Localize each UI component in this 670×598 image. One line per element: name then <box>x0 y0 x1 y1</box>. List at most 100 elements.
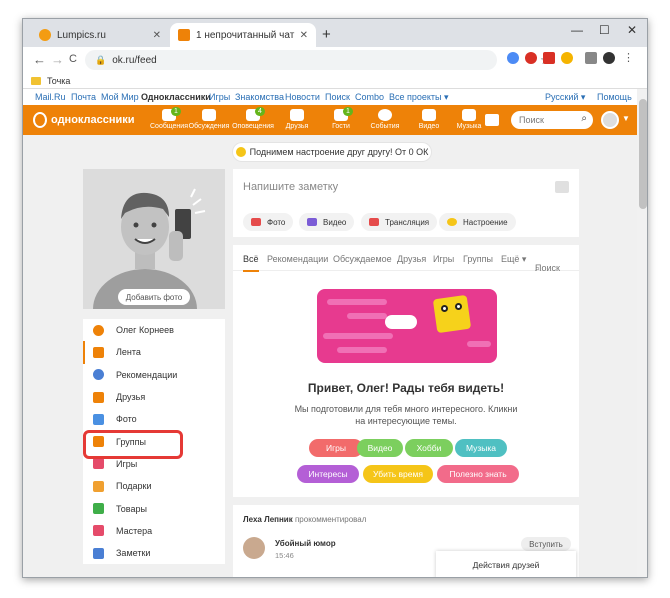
group-name[interactable]: Убойный юмор <box>275 539 336 548</box>
profile-avatar-icon[interactable] <box>603 52 615 64</box>
reload-button[interactable]: C <box>69 53 77 65</box>
note-video-button[interactable]: Видео <box>299 213 355 231</box>
portal-link[interactable]: Одноклассники <box>141 92 211 102</box>
forward-button[interactable]: → <box>51 52 64 67</box>
ok-logo[interactable]: одноклассники <box>33 112 135 128</box>
post-author[interactable]: Леха Лепник <box>243 515 293 524</box>
post-header: Леха Лепник прокомментировал <box>243 515 366 524</box>
nav-video[interactable]: Видео <box>407 109 451 130</box>
tab-recommendations[interactable]: Рекомендации <box>267 254 328 264</box>
tab-games[interactable]: Игры <box>433 254 454 264</box>
nav-badge: 1 <box>343 107 353 116</box>
nav-messages[interactable]: 1 Сообщения <box>147 107 191 130</box>
play-icon[interactable] <box>485 114 499 126</box>
portal-link[interactable]: Все проекты ▾ <box>389 92 449 103</box>
topic-kill-time[interactable]: Убить время <box>363 465 433 483</box>
nav-badge: 1 <box>171 107 181 116</box>
menu-item-gifts[interactable]: Подарки <box>83 475 225 497</box>
minimize-button[interactable]: — <box>571 23 583 37</box>
nav-label: Сообщения <box>150 123 188 130</box>
search-input[interactable]: Поиск ⌕ <box>511 111 593 129</box>
menu-item-feed[interactable]: Лента <box>83 341 225 364</box>
portal-link[interactable]: Новости <box>285 92 320 102</box>
menu-item-profile[interactable]: Олег Корнеев <box>83 319 225 341</box>
close-window-button[interactable]: ✕ <box>627 23 637 37</box>
close-tab-icon[interactable]: ✕ <box>153 30 161 41</box>
portal-link[interactable]: Игры <box>209 92 230 102</box>
topic-music[interactable]: Музыка <box>455 439 507 457</box>
menu-item-recommendations[interactable]: Рекомендации <box>83 364 225 386</box>
note-photo-button[interactable]: Фото <box>243 213 294 231</box>
menu-item-friends[interactable]: Друзья <box>83 386 225 408</box>
smiley-icon <box>447 218 457 226</box>
help-link[interactable]: Помощь <box>597 92 632 102</box>
new-tab-button[interactable]: + <box>322 26 331 43</box>
back-button[interactable]: ← <box>33 52 46 67</box>
menu-item-goods[interactable]: Товары <box>83 497 225 519</box>
gift-icon <box>93 480 104 492</box>
portal-link[interactable]: Почта <box>71 92 96 102</box>
tab-lumpics[interactable]: Lumpics.ru ✕ <box>31 23 169 47</box>
bookmark-tochka[interactable]: Точка <box>47 76 70 86</box>
tab-all[interactable]: Всё <box>243 254 259 272</box>
nav-notifications[interactable]: 4 Оповещения <box>231 107 275 130</box>
topic-useful[interactable]: Полезно знать <box>437 465 519 483</box>
greeting-subtitle: Мы подготовили для тебя много интересног… <box>294 404 518 426</box>
maximize-button[interactable]: ☐ <box>599 23 610 37</box>
note-input[interactable]: Напишите заметку <box>243 181 338 193</box>
menu-item-photo[interactable]: Фото <box>83 408 225 430</box>
ok-mascot-icon <box>432 294 472 334</box>
extensions-menu-icon[interactable] <box>585 52 597 64</box>
friends-actions-panel[interactable]: Действия друзей <box>436 551 576 577</box>
language-select[interactable]: Русский ▾ <box>545 92 585 103</box>
extension-icon[interactable] <box>561 52 573 64</box>
tab-discussed[interactable]: Обсуждаемое <box>333 254 392 264</box>
tab-ok[interactable]: 1 непрочитанный чат ✕ <box>170 23 316 47</box>
nav-discussions[interactable]: Обсуждения <box>187 109 231 130</box>
menu-item-notes[interactable]: Заметки <box>83 542 225 564</box>
extension-icon[interactable] <box>507 52 519 64</box>
scrollbar-thumb[interactable] <box>639 99 647 209</box>
search-icon[interactable]: ⌕ <box>581 113 587 124</box>
topic-games[interactable]: Игры <box>309 439 363 457</box>
search-placeholder: Поиск <box>519 115 544 125</box>
folder-icon <box>31 76 41 85</box>
portal-link[interactable]: Поиск <box>325 92 350 102</box>
menu-item-masters[interactable]: Мастера <box>83 520 225 542</box>
topic-video[interactable]: Видео <box>357 439 403 457</box>
image-icon[interactable] <box>555 181 569 193</box>
portal-link[interactable]: Знакомства <box>235 92 284 102</box>
chevron-down-icon[interactable]: ▼ <box>622 114 630 123</box>
tab-more[interactable]: Ещё ▾ <box>501 254 526 265</box>
announce-banner[interactable]: Поднимем настроение друг другу! От 0 ОК <box>233 143 431 161</box>
note-stream-button[interactable]: Трансляция <box>361 213 438 231</box>
stream-icon <box>369 218 379 226</box>
menu-label: Заметки <box>116 548 151 559</box>
tab-groups[interactable]: Группы <box>463 254 493 264</box>
profile-photo[interactable]: Добавить фото <box>83 169 225 309</box>
extension-icon[interactable] <box>525 52 537 64</box>
close-tab-icon[interactable]: ✕ <box>300 30 308 41</box>
note-mood-button[interactable]: Настроение <box>439 213 516 231</box>
nav-guests[interactable]: 1 Гости <box>319 107 363 130</box>
topic-interests[interactable]: Интересы <box>297 465 359 483</box>
feed-tabs: Всё Рекомендации Обсуждаемое Друзья Игры… <box>233 245 579 273</box>
ok-header: одноклассники 1 Сообщения Обсуждения 4 Опо… <box>23 105 637 135</box>
portal-link[interactable]: Мой Мир <box>101 92 139 102</box>
portal-link[interactable]: Mail.Ru <box>35 92 66 102</box>
extension-icon[interactable] <box>543 52 555 64</box>
join-button[interactable]: Вступить <box>521 537 571 551</box>
kebab-menu-icon[interactable]: ⋮ <box>623 52 635 64</box>
page-scrollbar[interactable] <box>637 89 647 577</box>
add-photo-button[interactable]: Добавить фото <box>118 289 190 305</box>
nav-friends[interactable]: Друзья <box>275 109 319 130</box>
photo-icon <box>93 413 104 425</box>
user-avatar[interactable] <box>601 111 619 129</box>
url-input[interactable]: 🔒 ok.ru/feed ☆ <box>85 50 551 70</box>
nav-events[interactable]: События <box>363 109 407 130</box>
tab-friends[interactable]: Друзья <box>397 254 426 264</box>
topic-hobby[interactable]: Хобби <box>405 439 453 457</box>
portal-link[interactable]: Combo <box>355 92 384 102</box>
group-avatar[interactable] <box>243 537 265 559</box>
lumpics-favicon-icon <box>39 29 51 41</box>
